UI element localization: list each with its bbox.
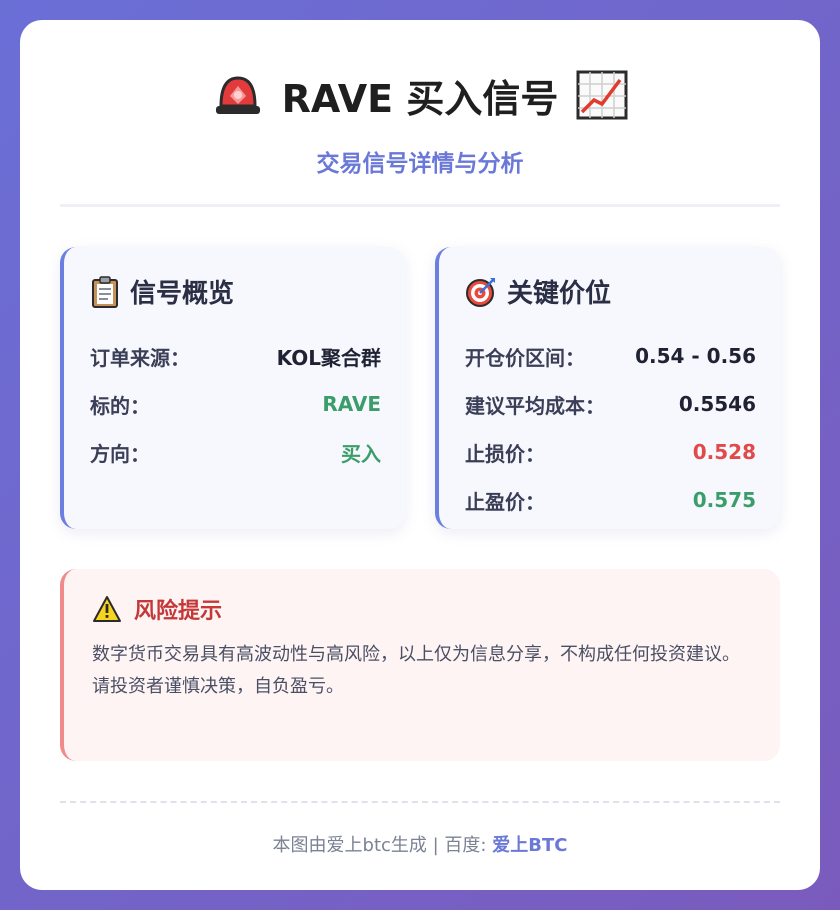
clipboard-icon xyxy=(90,275,120,308)
row-entry-range: 开仓价区间： 0.54 - 0.56 xyxy=(465,332,756,380)
entry-range-label: 开仓价区间： xyxy=(465,345,585,370)
stop-loss-value: 0.528 xyxy=(692,440,756,464)
row-direction: 方向： 买入 xyxy=(90,428,381,476)
signal-overview-title-text: 信号概览 xyxy=(130,279,235,309)
header: RAVE 买入信号 交易信号详情与分析 xyxy=(60,20,780,178)
header-divider xyxy=(60,204,780,207)
warning-icon xyxy=(92,595,122,623)
row-avg-cost: 建议平均成本： 0.5546 xyxy=(465,380,756,428)
key-prices-panel: 关键价位 开仓价区间： 0.54 - 0.56 建议平均成本： 0.5546 止… xyxy=(435,247,780,529)
direction-value: 买入 xyxy=(341,441,381,466)
row-order-source: 订单来源： KOL聚合群 xyxy=(90,332,381,380)
order-source-label: 订单来源： xyxy=(90,345,190,370)
panels: 信号概览 订单来源： KOL聚合群 标的： RAVE 方向： 买入 关键价位 开… xyxy=(60,247,780,529)
entry-range-value: 0.54 - 0.56 xyxy=(635,344,756,368)
footer-prefix: 本图由爱上btc生成 | 百度: xyxy=(272,835,493,856)
footer: 本图由爱上btc生成 | 百度: 爱上BTC xyxy=(60,831,780,857)
chart-up-icon xyxy=(576,70,628,120)
key-prices-title: 关键价位 xyxy=(465,273,756,310)
signal-overview-title: 信号概览 xyxy=(90,273,381,310)
symbol-label: 标的： xyxy=(90,393,150,418)
risk-line-2: 请投资者谨慎决策，自负盈亏。 xyxy=(92,676,344,697)
risk-title-text: 风险提示 xyxy=(134,599,223,624)
row-stop-loss: 止损价： 0.528 xyxy=(465,428,756,476)
order-source-value: KOL聚合群 xyxy=(276,345,381,370)
target-icon xyxy=(465,276,497,308)
direction-label: 方向： xyxy=(90,441,150,466)
avg-cost-value: 0.5546 xyxy=(678,392,756,416)
risk-line-1: 数字货币交易具有高波动性与高风险，以上仅为信息分享，不构成任何投资建议。 xyxy=(92,644,740,665)
signal-card: RAVE 买入信号 交易信号详情与分析 信号概览 订单来源： KOL聚合群 标的… xyxy=(20,20,820,890)
page-subtitle: 交易信号详情与分析 xyxy=(316,151,524,177)
avg-cost-label: 建议平均成本： xyxy=(465,393,605,418)
title-row: RAVE 买入信号 xyxy=(60,70,780,121)
risk-title: 风险提示 xyxy=(92,593,754,625)
risk-text: 数字货币交易具有高波动性与高风险，以上仅为信息分享，不构成任何投资建议。 请投资… xyxy=(92,639,754,703)
page-title: RAVE 买入信号 xyxy=(281,76,559,121)
footer-brand: 爱上BTC xyxy=(492,835,568,856)
key-prices-title-text: 关键价位 xyxy=(507,279,612,309)
siren-icon xyxy=(212,74,264,116)
take-profit-label: 止盈价： xyxy=(465,489,545,514)
footer-divider xyxy=(60,801,780,803)
stop-loss-label: 止损价： xyxy=(465,441,545,466)
take-profit-value: 0.575 xyxy=(692,488,756,512)
risk-panel: 风险提示 数字货币交易具有高波动性与高风险，以上仅为信息分享，不构成任何投资建议… xyxy=(60,569,780,761)
signal-overview-panel: 信号概览 订单来源： KOL聚合群 标的： RAVE 方向： 买入 xyxy=(60,247,405,529)
symbol-value: RAVE xyxy=(322,392,381,416)
row-symbol: 标的： RAVE xyxy=(90,380,381,428)
row-take-profit: 止盈价： 0.575 xyxy=(465,476,756,524)
